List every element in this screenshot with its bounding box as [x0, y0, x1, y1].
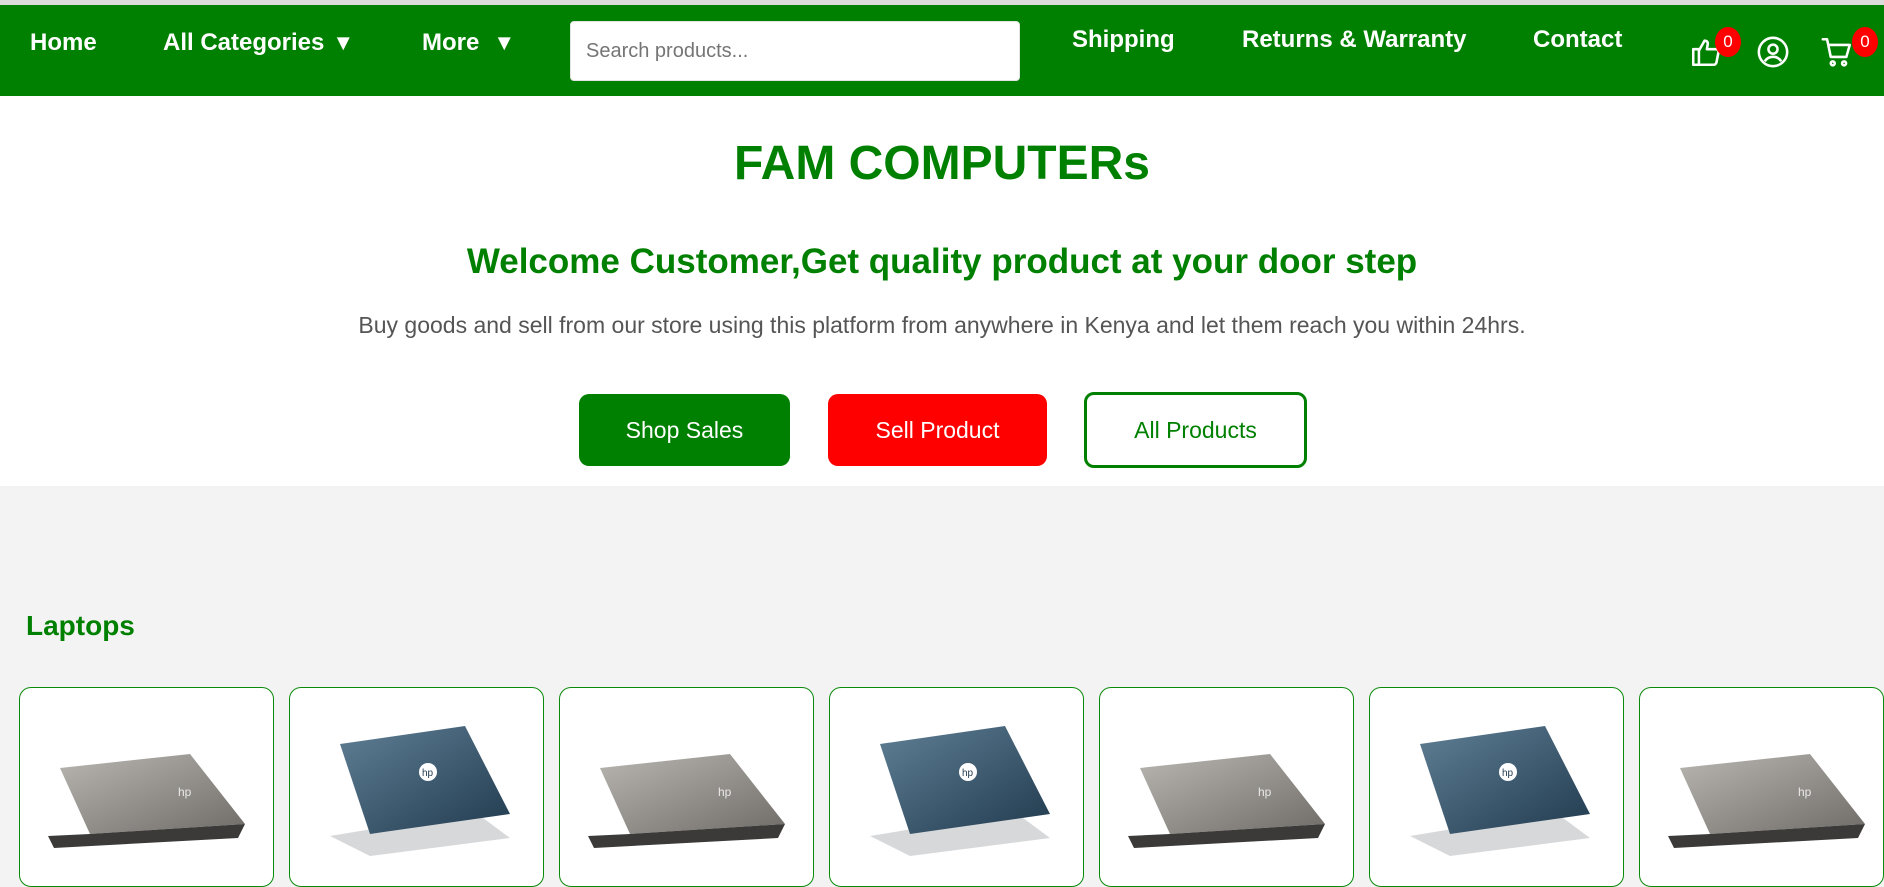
svg-text:hp: hp	[718, 785, 732, 799]
nav-all-categories-label: All Categories	[163, 29, 325, 56]
shop-sales-button[interactable]: Shop Sales	[579, 394, 790, 466]
svg-text:hp: hp	[1502, 768, 1514, 779]
top-navbar: Home All Categories ▼ More ▼ Shipping Retu…	[0, 5, 1884, 96]
product-card[interactable]: hp	[1639, 687, 1884, 887]
product-card[interactable]: hp	[289, 687, 544, 887]
section-title-laptops: Laptops	[26, 610, 135, 641]
search-input[interactable]	[570, 21, 1020, 81]
product-card[interactable]: hp	[829, 687, 1084, 887]
laptop-product-image: hp	[1410, 726, 1590, 856]
laptop-product-image: hp	[870, 726, 1050, 856]
svg-text:hp: hp	[1258, 785, 1272, 799]
laptop-product-image: hp	[1668, 754, 1865, 848]
likes-count-badge: 0	[1715, 27, 1741, 57]
laptop-product-image: hp	[588, 754, 785, 848]
svg-text:hp: hp	[962, 768, 974, 779]
svg-text:hp: hp	[178, 785, 192, 799]
nav-contact[interactable]: Contact	[1533, 26, 1622, 54]
hero-description: Buy goods and sell from our store using …	[358, 312, 1526, 338]
hero-section: FAM COMPUTERs Welcome Customer,Get quali…	[0, 96, 1884, 486]
likes-button[interactable]: 0	[1689, 27, 1741, 73]
svg-text:hp: hp	[422, 768, 434, 779]
nav-more[interactable]: More ▼	[422, 29, 515, 57]
product-card[interactable]: hp	[559, 687, 814, 887]
cart-count-badge: 0	[1852, 27, 1878, 57]
site-brand-title: FAM COMPUTERs	[733, 137, 1150, 190]
laptop-product-image: hp	[48, 754, 245, 848]
nav-all-categories[interactable]: All Categories ▼	[163, 29, 354, 57]
welcome-heading: Welcome Customer,Get quality product at …	[466, 242, 1418, 281]
laptop-product-image: hp	[1128, 754, 1325, 848]
nav-more-label: More	[422, 29, 480, 56]
cart-button[interactable]: 0	[1820, 27, 1878, 73]
dropdown-caret-icon: ▼	[332, 30, 355, 55]
nav-returns-warranty[interactable]: Returns & Warranty	[1242, 26, 1466, 54]
all-products-button[interactable]: All Products	[1084, 392, 1307, 468]
svg-text:hp: hp	[1798, 785, 1812, 799]
product-card[interactable]: hp	[1369, 687, 1624, 887]
product-card[interactable]: hp	[1099, 687, 1354, 887]
product-card[interactable]: hp	[19, 687, 274, 887]
laptop-product-image: hp	[330, 726, 510, 856]
nav-shipping[interactable]: Shipping	[1072, 26, 1175, 54]
dropdown-caret-icon: ▼	[493, 30, 516, 55]
user-circle-icon	[1757, 36, 1789, 68]
shopping-cart-icon	[1821, 37, 1852, 67]
nav-home[interactable]: Home	[30, 29, 97, 57]
sell-product-button[interactable]: Sell Product	[828, 394, 1047, 466]
account-button[interactable]	[1756, 35, 1794, 73]
